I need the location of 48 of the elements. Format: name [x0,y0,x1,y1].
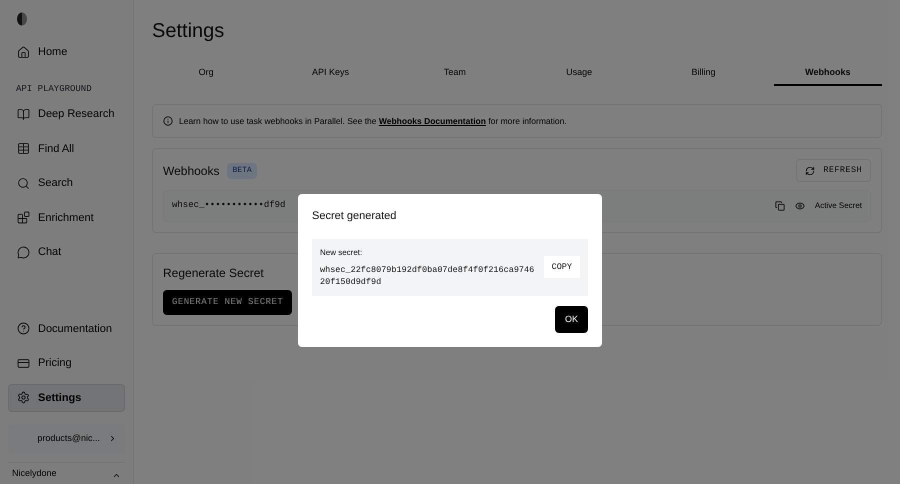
ok-button[interactable]: OK [554,306,588,333]
account-button[interactable]: products@nic... [8,424,125,454]
table-icon [17,142,30,156]
user-menu[interactable]: Nicelydone [8,462,125,480]
sidebar-item[interactable]: Find All [8,134,125,163]
sidebar-item[interactable]: Settings [8,384,125,412]
sidebar-item[interactable]: Home [8,38,125,66]
settings-tab[interactable]: Billing [649,66,758,86]
sidebar-item[interactable]: Deep Research [8,100,125,128]
chevron-right-icon [108,434,117,444]
settings-tab[interactable]: Org [152,66,260,86]
sidebar-item[interactable]: Search [8,169,125,198]
new-secret: whsec_22fc8079b192df0ba07de8f4f0f216ca974620f150d9df9d [320,264,536,288]
search-icon [17,176,30,190]
settings-tab[interactable]: Usage [525,66,634,86]
logo-icon [16,12,28,26]
refresh-icon [805,166,816,176]
settings-tab[interactable]: Webhooks [774,66,882,86]
eye-icon[interactable] [794,200,805,211]
page-title: Settings [152,19,226,44]
copy-icon[interactable] [774,200,785,211]
book-icon [17,108,30,121]
refresh-button[interactable]: REFRESH [796,159,871,182]
info-icon [163,116,173,126]
secret-status: Active Secret [814,200,862,212]
copy-button[interactable]: COPY [544,256,580,278]
section-title: Regenerate Secret [163,264,264,282]
section-title: Webhooks [163,162,220,180]
help-icon [17,322,30,336]
masked-secret: whsec_•••••••••••df9d [172,199,286,212]
home-icon [17,46,30,59]
settings-tab[interactable]: API Keys [276,66,385,86]
docs-link[interactable]: Webhooks Documentation [378,116,486,126]
generate-button[interactable]: GENERATE NEW SECRET [163,290,292,315]
sidebar-item[interactable]: Pricing [8,349,125,378]
beta-badge: BETA [227,162,257,179]
sidebar-item[interactable]: Chat [8,238,125,266]
sidebar-item[interactable]: Enrichment [8,204,125,232]
section-label: API PLAYGROUND [15,82,93,96]
sidebar-item[interactable]: Documentation [8,314,125,343]
info-text: Learn how to use task webhooks in Parallel. See the Webhooks Documentation for more information. [179,114,567,128]
chat-bubble-icon [17,246,30,259]
blocks-icon [17,211,30,224]
settings-tab[interactable]: Team [400,66,509,86]
secret-label: New secret: [320,246,364,258]
dialog-title: Secret generated [312,209,398,224]
settings-icon [17,391,30,404]
card-icon [17,356,30,370]
